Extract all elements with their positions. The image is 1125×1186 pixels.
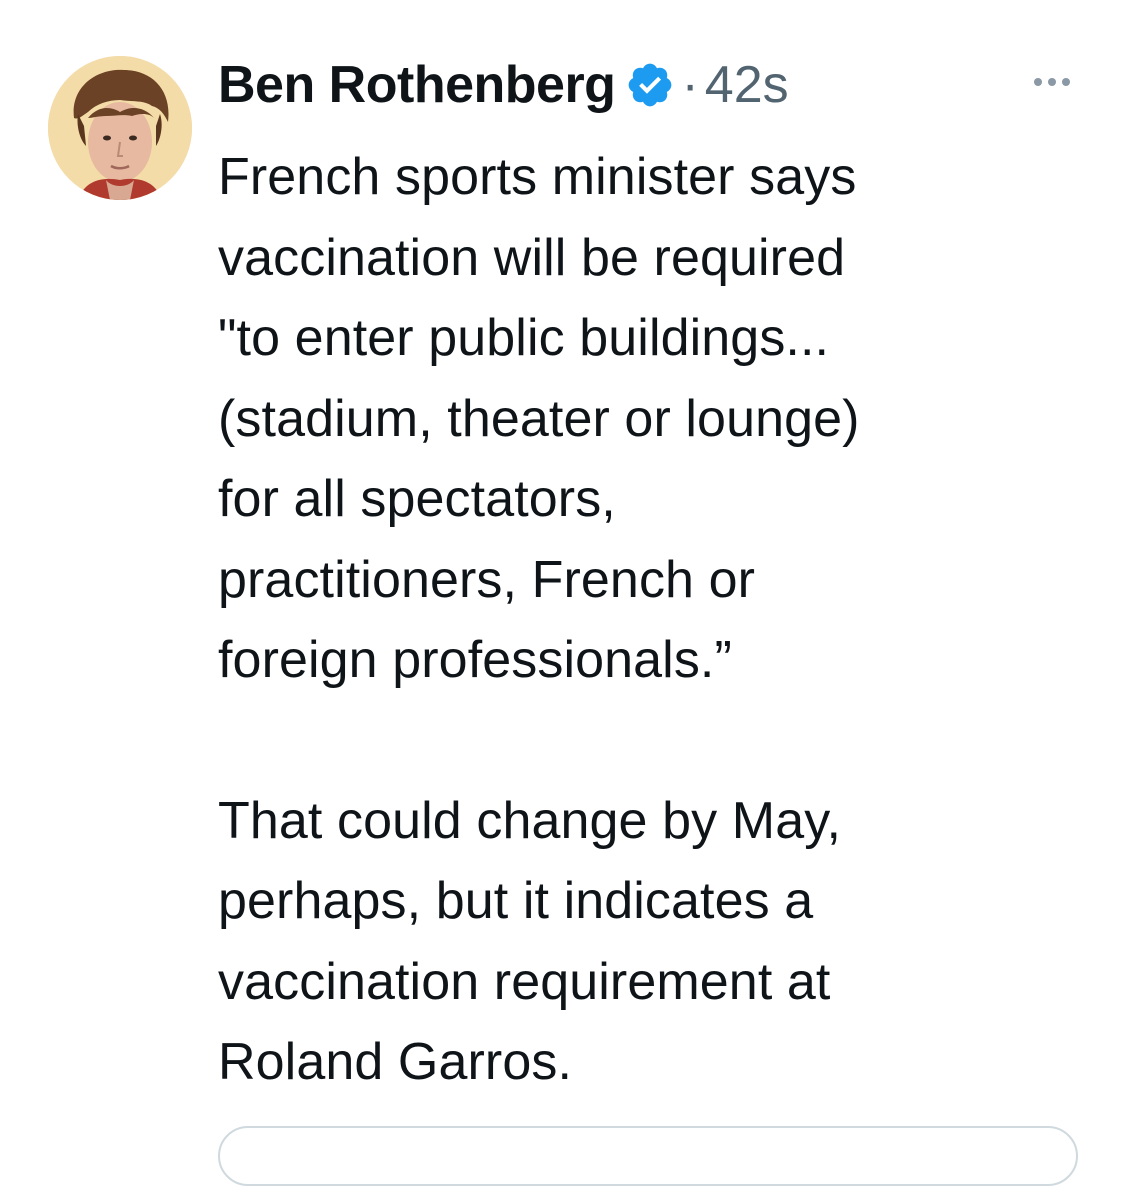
tweet-line: French sports minister says	[218, 148, 857, 206]
tweet-line: for all spectators,	[218, 470, 616, 528]
tweet-header: Ben Rothenberg · 42s	[218, 50, 789, 120]
more-dot	[1048, 78, 1056, 86]
avatar-image	[48, 56, 192, 200]
tweet-line: vaccination requirement at	[218, 952, 831, 1011]
author-avatar[interactable]	[48, 56, 192, 200]
tweet-timestamp[interactable]: 42s	[705, 55, 789, 115]
tweet-line: (stadium, theater or lounge)	[218, 389, 860, 448]
tweet-line: vaccination will be required	[218, 228, 846, 287]
more-options-icon[interactable]	[1020, 62, 1084, 102]
tweet-line: That could change by May,	[218, 791, 841, 850]
tweet-line: "to enter public buildings...	[218, 309, 830, 367]
tweet-paragraph-1: French sports minister says vaccination …	[218, 137, 1098, 701]
tweet[interactable]: Ben Rothenberg · 42s French sports minis…	[0, 0, 1125, 1186]
separator-dot: ·	[681, 56, 699, 114]
tweet-line: perhaps, but it indicates a	[218, 872, 814, 930]
tweet-body: French sports minister says vaccination …	[218, 137, 1098, 1103]
author-name[interactable]: Ben Rothenberg	[218, 55, 616, 115]
tweet-line: foreign professionals.”	[218, 631, 732, 689]
tweet-line: practitioners, French or	[218, 550, 756, 609]
more-dot	[1034, 78, 1042, 86]
tweet-paragraph-2: That could change by May, perhaps, but i…	[218, 781, 1098, 1103]
more-dot	[1062, 78, 1070, 86]
embedded-card[interactable]	[218, 1126, 1078, 1186]
verified-badge-icon	[625, 60, 675, 110]
tweet-line: Roland Garros.	[218, 1033, 572, 1091]
